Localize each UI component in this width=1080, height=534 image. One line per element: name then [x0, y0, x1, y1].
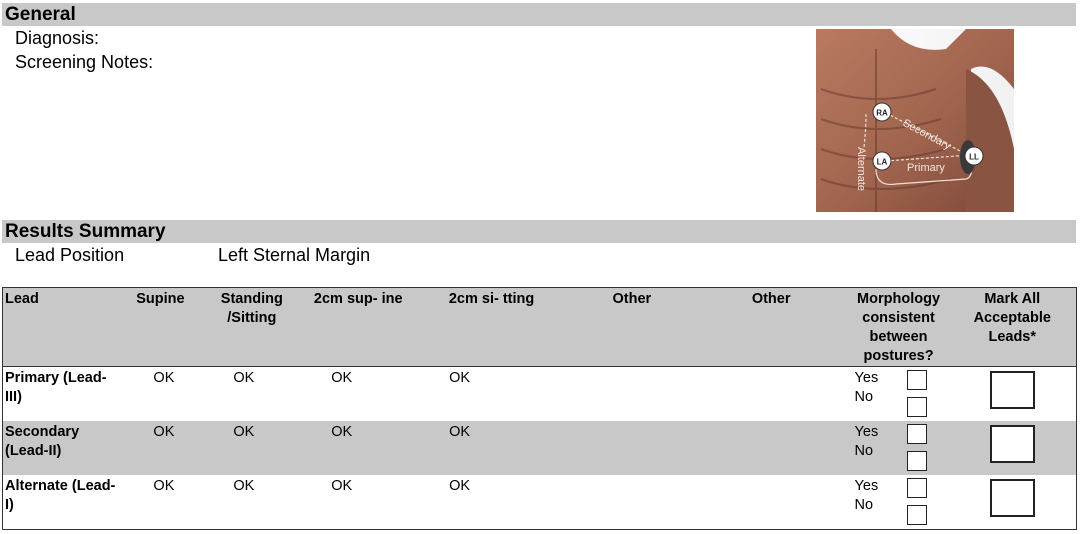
results-table: Lead Supine Standing /Sitting 2cm sup- i… [2, 287, 1077, 530]
table-row-alternate: Alternate (Lead-I) OK OK OK OK Yes No [3, 475, 1077, 530]
cell-morphology: Yes No [848, 421, 949, 475]
electrode-label-ll: LL [969, 153, 979, 162]
cell-2cm-sitting: OK [413, 421, 570, 475]
cell-supine: OK [153, 478, 175, 494]
acceptable-lead-checkbox[interactable] [989, 479, 1035, 517]
morphology-no-label: No [854, 497, 874, 513]
col-header-mark-acceptable: Mark All Acceptable Leads* [948, 287, 1077, 367]
cell-other-1 [570, 475, 694, 530]
morphology-yes-checkbox[interactable] [906, 478, 927, 498]
diagnosis-label: Diagnosis: [15, 28, 100, 48]
screening-notes-label: Screening Notes: [15, 52, 154, 72]
cell-2cm-sitting: OK [449, 370, 471, 386]
acceptable-lead-checkbox[interactable] [989, 425, 1035, 463]
cell-other-2 [694, 367, 849, 422]
cell-standing: OK [200, 421, 304, 475]
col-header-lead: Lead [2, 287, 121, 367]
morphology-no-label: No [854, 389, 874, 405]
acceptable-lead-checkbox[interactable] [989, 371, 1035, 409]
morphology-no-checkbox[interactable] [906, 451, 927, 471]
morphology-no-label: No [854, 443, 874, 459]
morphology-yes-label: Yes [854, 478, 879, 494]
cell-supine: OK [153, 370, 175, 386]
morphology-no-checkbox[interactable] [906, 397, 927, 417]
figure-label-primary: Primary [907, 162, 945, 174]
cell-standing: OK [233, 370, 255, 386]
cell-other-1 [569, 421, 694, 475]
morphology-yes-label: Yes [854, 424, 879, 440]
col-header-supine: Supine [120, 287, 201, 367]
col-header-other-2: Other [693, 287, 849, 367]
cell-2cm-sitting: OK [449, 478, 471, 494]
lead-name: Primary (Lead-III) [5, 370, 107, 405]
lead-position-label: Lead Position [15, 245, 125, 265]
lead-name: Secondary (Lead-II) [2, 421, 121, 475]
table-header-row: Lead Supine Standing /Sitting 2cm sup- i… [2, 287, 1077, 367]
cell-morphology: Yes No [849, 367, 949, 422]
cell-other-2 [694, 475, 849, 530]
electrode-label-la: LA [877, 158, 888, 167]
col-header-2cm-sitting: 2cm si- tting [413, 287, 570, 367]
electrode-label-ra: RA [876, 109, 888, 118]
morphology-yes-checkbox[interactable] [906, 370, 927, 390]
col-header-2cm-supine: 2cm sup- ine [303, 287, 414, 367]
morphology-yes-checkbox[interactable] [906, 424, 927, 444]
lead-position-value: Left Sternal Margin [218, 245, 371, 265]
cell-2cm-supine: OK [331, 478, 353, 494]
cell-other-2 [693, 421, 849, 475]
col-header-other-1: Other [569, 287, 694, 367]
cell-morphology: Yes No [849, 475, 949, 530]
general-section-header: General [2, 3, 1076, 26]
col-header-standing: Standing /Sitting [200, 287, 304, 367]
cell-mark-acceptable [949, 367, 1077, 422]
col-header-morphology: Morphology consistent between postures? [848, 287, 949, 367]
cell-mark-acceptable [948, 421, 1077, 475]
cell-mark-acceptable [949, 475, 1077, 530]
figure-label-alternate: Alternate [855, 147, 867, 191]
table-row-secondary: Secondary (Lead-II) OK OK OK OK Yes No [2, 421, 1077, 475]
electrode-placement-figure: Alternate Secondary Primary RA LA LL [816, 29, 1014, 212]
cell-standing: OK [233, 478, 255, 494]
cell-other-1 [570, 367, 694, 422]
lead-name: Alternate (Lead-I) [5, 478, 116, 513]
cell-supine: OK [120, 421, 201, 475]
results-section-header: Results Summary [2, 220, 1076, 243]
morphology-no-checkbox[interactable] [906, 505, 927, 525]
table-row-primary: Primary (Lead-III) OK OK OK OK Yes No [3, 367, 1077, 422]
cell-2cm-supine: OK [331, 370, 353, 386]
cell-2cm-supine: OK [303, 421, 414, 475]
morphology-yes-label: Yes [854, 370, 879, 386]
